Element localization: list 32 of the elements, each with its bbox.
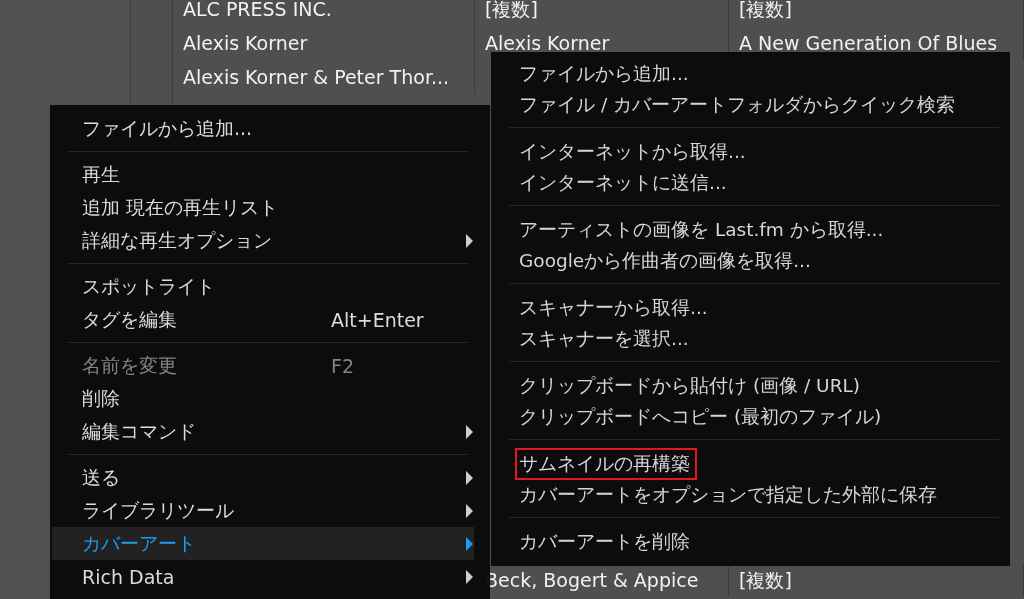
menu-item[interactable]: アーティストの画像を Last.fm から取得... — [491, 214, 1010, 245]
shortcut-text: Alt+Enter — [331, 308, 424, 331]
menu-item[interactable]: Googleから作曲者の画像を取得... — [491, 245, 1010, 276]
menu-item[interactable]: カバーアート — [52, 527, 474, 560]
menu-item[interactable]: インターネットから取得... — [491, 136, 1010, 167]
menu-item[interactable]: 再生 — [52, 158, 474, 191]
menu-item[interactable]: ファイルから追加... — [52, 112, 474, 145]
menu-item[interactable]: スキャナーを選択... — [491, 323, 1010, 354]
menu-item[interactable]: インターネットに送信... — [491, 167, 1010, 198]
menu-item[interactable]: クリップボードから貼付け (画像 / URL) — [491, 370, 1010, 401]
menu-item[interactable]: スポットライト — [52, 270, 474, 303]
table-cell: Alexis Korner — [173, 26, 475, 60]
menu-item[interactable]: クリップボードへコピー (最初のファイル) — [491, 401, 1010, 432]
menu-item[interactable]: 編集コマンド — [52, 415, 474, 448]
menu-item[interactable]: Rich Data — [52, 560, 474, 593]
shortcut-text: F2 — [331, 354, 355, 377]
menu-item[interactable]: サムネイルの再構築 — [491, 448, 1010, 479]
table-cell: Alexis Korner & Peter Thor... — [173, 60, 475, 94]
menu-item[interactable]: 追加 現在の再生リスト — [52, 191, 474, 224]
menu-item[interactable]: ファイルから追加... — [491, 58, 1010, 89]
menu-item[interactable]: 詳細な再生オプション — [52, 224, 474, 257]
menu-item[interactable]: タグを編集 Alt+Enter — [52, 303, 474, 336]
menu-item[interactable]: 削除 — [52, 382, 474, 415]
menu-item[interactable]: カバーアートを削除 — [491, 526, 1010, 557]
menu-item[interactable]: スキャナーから取得... — [491, 292, 1010, 323]
menu-item[interactable]: 送る — [52, 461, 474, 494]
table-cell: ALC PRESS INC. — [173, 0, 475, 26]
table-cell: [複数] — [475, 0, 729, 26]
menu-item[interactable]: ファイル / カバーアートフォルダからクイック検索 — [491, 89, 1010, 120]
menu-item[interactable]: ライブラリツール — [52, 494, 474, 527]
menu-item[interactable]: カバーアートをオプションで指定した外部に保存 — [491, 479, 1010, 510]
table-cell: [複数] — [729, 0, 1024, 26]
